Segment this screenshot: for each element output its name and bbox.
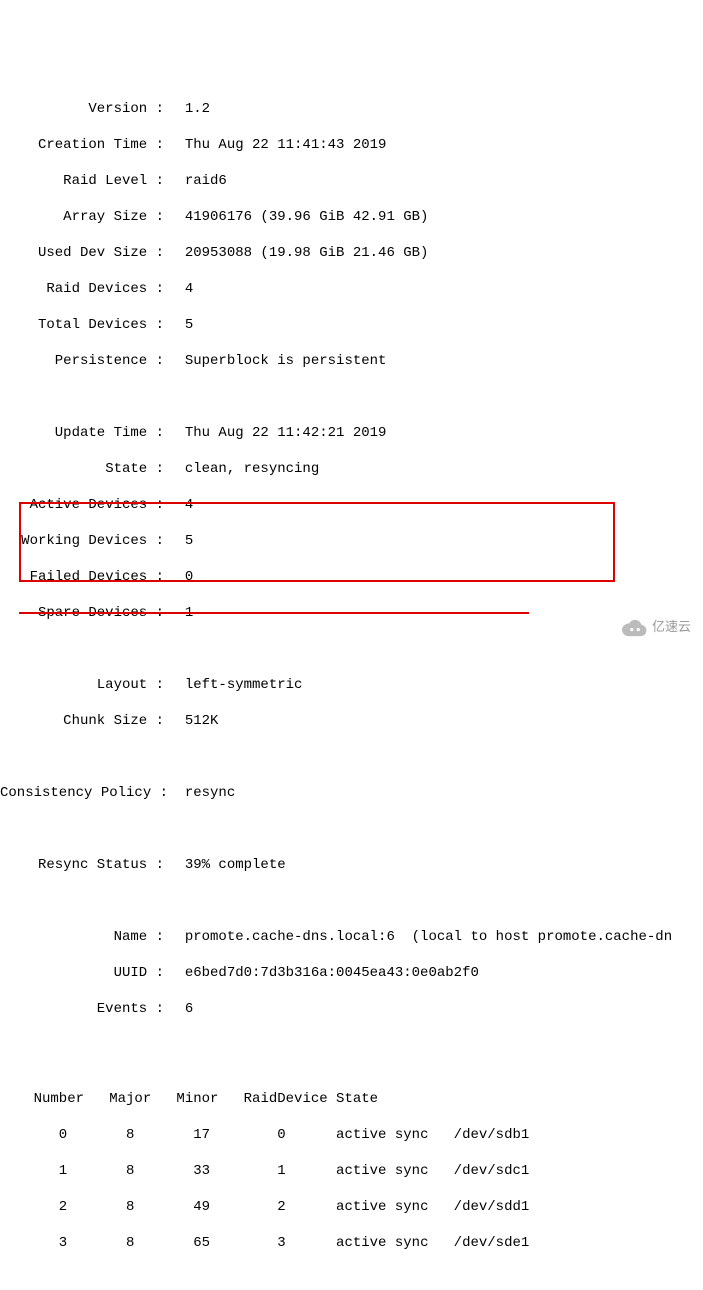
device-row: 3 8 65 3 active sync /dev/sde1 — [0, 1234, 703, 1252]
label-raid-level: Raid Level : — [0, 172, 168, 190]
label-total-devices: Total Devices : — [0, 316, 168, 334]
value-uuid: e6bed7d0:7d3b316a:0045ea43:0e0ab2f0 — [185, 964, 479, 982]
value-events: 6 — [185, 1000, 193, 1018]
device-row: 1 8 33 1 active sync /dev/sdc1 — [0, 1162, 703, 1180]
watermark-text: 亿速云 — [652, 619, 691, 637]
label-uuid: UUID : — [0, 964, 168, 982]
label-name: Name : — [0, 928, 168, 946]
label-used-dev-size: Used Dev Size : — [0, 244, 168, 262]
value-version: 1.2 — [185, 100, 210, 118]
label-creation-time: Creation Time : — [0, 136, 168, 154]
value-creation-time: Thu Aug 22 11:41:43 2019 — [185, 136, 387, 154]
value-name: promote.cache-dns.local:6 (local to host… — [185, 928, 672, 946]
label-array-size: Array Size : — [0, 208, 168, 226]
label-layout: Layout : — [0, 676, 168, 694]
value-consistency: resync — [185, 784, 235, 802]
value-persistence: Superblock is persistent — [185, 352, 387, 370]
label-raid-devices: Raid Devices : — [0, 280, 168, 298]
cloud-icon — [622, 619, 648, 637]
label-consistency: Consistency Policy : — [0, 784, 168, 802]
device-row — [0, 1270, 703, 1288]
value-chunk-size: 512K — [185, 712, 219, 730]
device-table: Number Major Minor RaidDevice State 0 8 … — [0, 1072, 703, 1290]
label-version: Version : — [0, 100, 168, 118]
highlight-underline — [19, 612, 529, 614]
value-layout: left-symmetric — [185, 676, 303, 694]
label-events: Events : — [0, 1000, 168, 1018]
value-raid-devices: 4 — [185, 280, 193, 298]
terminal-output: Version : 1.2 Creation Time : Thu Aug 22… — [0, 72, 703, 1290]
label-chunk-size: Chunk Size : — [0, 712, 168, 730]
value-array-size: 41906176 (39.96 GiB 42.91 GB) — [185, 208, 429, 226]
label-persistence: Persistence : — [0, 352, 168, 370]
device-row: 2 8 49 2 active sync /dev/sdd1 — [0, 1198, 703, 1216]
value-update-time: Thu Aug 22 11:42:21 2019 — [185, 424, 387, 442]
value-state: clean, resyncing — [185, 460, 319, 478]
device-row: 0 8 17 0 active sync /dev/sdb1 — [0, 1126, 703, 1144]
value-resync-status: 39% complete — [185, 856, 286, 874]
label-update-time: Update Time : — [0, 424, 168, 442]
label-resync-status: Resync Status : — [0, 856, 168, 874]
device-table-header: Number Major Minor RaidDevice State — [0, 1090, 703, 1108]
label-state: State : — [0, 460, 168, 478]
value-used-dev-size: 20953088 (19.98 GiB 21.46 GB) — [185, 244, 429, 262]
value-raid-level: raid6 — [185, 172, 227, 190]
value-total-devices: 5 — [185, 316, 193, 334]
highlight-box — [19, 502, 615, 582]
watermark: 亿速云 — [622, 619, 691, 637]
